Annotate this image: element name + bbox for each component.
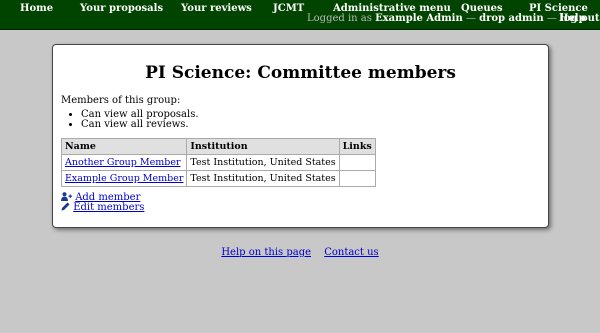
edit-members-action[interactable]: Edit members [61, 202, 144, 213]
member-links-cell [338, 170, 376, 187]
page-title: PI Science: Committee members [145, 63, 456, 83]
member-name-cell: Another Group Member [60, 154, 188, 171]
edit-members-link[interactable]: Edit members [73, 202, 144, 213]
top-nav-bar: Home Your proposals Your reviews JCMT Ad… [0, 0, 600, 30]
nav-help[interactable]: Help [559, 13, 586, 24]
permissions-list: Can view all proposals. Can view all rev… [61, 110, 199, 130]
members-table: Name Institution Links Another Group Mem… [60, 138, 376, 187]
permission-item: Can view all reviews. [81, 120, 199, 130]
login-prefix: Logged in as [307, 13, 372, 24]
contact-us-link[interactable]: Contact us [324, 247, 378, 258]
help-on-this-page-link[interactable]: Help on this page [221, 247, 311, 258]
member-name-link[interactable]: Another Group Member [65, 157, 181, 168]
members-intro-text: Members of this group: [61, 95, 181, 106]
column-header-name: Name [60, 138, 188, 155]
nav-your-proposals[interactable]: Your proposals [80, 3, 163, 14]
logged-in-user-link[interactable]: Example Admin [375, 13, 463, 24]
member-institution-cell: Test Institution, United States [186, 170, 340, 187]
login-separator: — [546, 13, 557, 24]
nav-home[interactable]: Home [20, 3, 53, 14]
member-name-link[interactable]: Example Group Member [65, 173, 183, 184]
nav-jcmt[interactable]: JCMT [273, 3, 304, 14]
member-institution-cell: Test Institution, United States [186, 154, 340, 171]
table-row: Another Group Member Test Institution, U… [60, 154, 376, 171]
member-name-cell: Example Group Member [60, 170, 188, 187]
column-header-links: Links [338, 138, 376, 155]
drop-admin-link[interactable]: drop admin [479, 13, 544, 24]
login-status: Logged in as Example Admin — drop admin … [307, 13, 600, 24]
nav-your-reviews[interactable]: Your reviews [181, 3, 252, 14]
pencil-icon [61, 202, 73, 213]
footer: Help on this page Contact us [0, 247, 600, 258]
table-row: Example Group Member Test Institution, U… [60, 170, 376, 187]
main-content-box: PI Science: Committee members Members of… [52, 44, 549, 228]
login-separator: — [465, 13, 476, 24]
column-header-institution: Institution [186, 138, 340, 155]
table-header-row: Name Institution Links [60, 138, 376, 155]
member-links-cell [338, 154, 376, 171]
